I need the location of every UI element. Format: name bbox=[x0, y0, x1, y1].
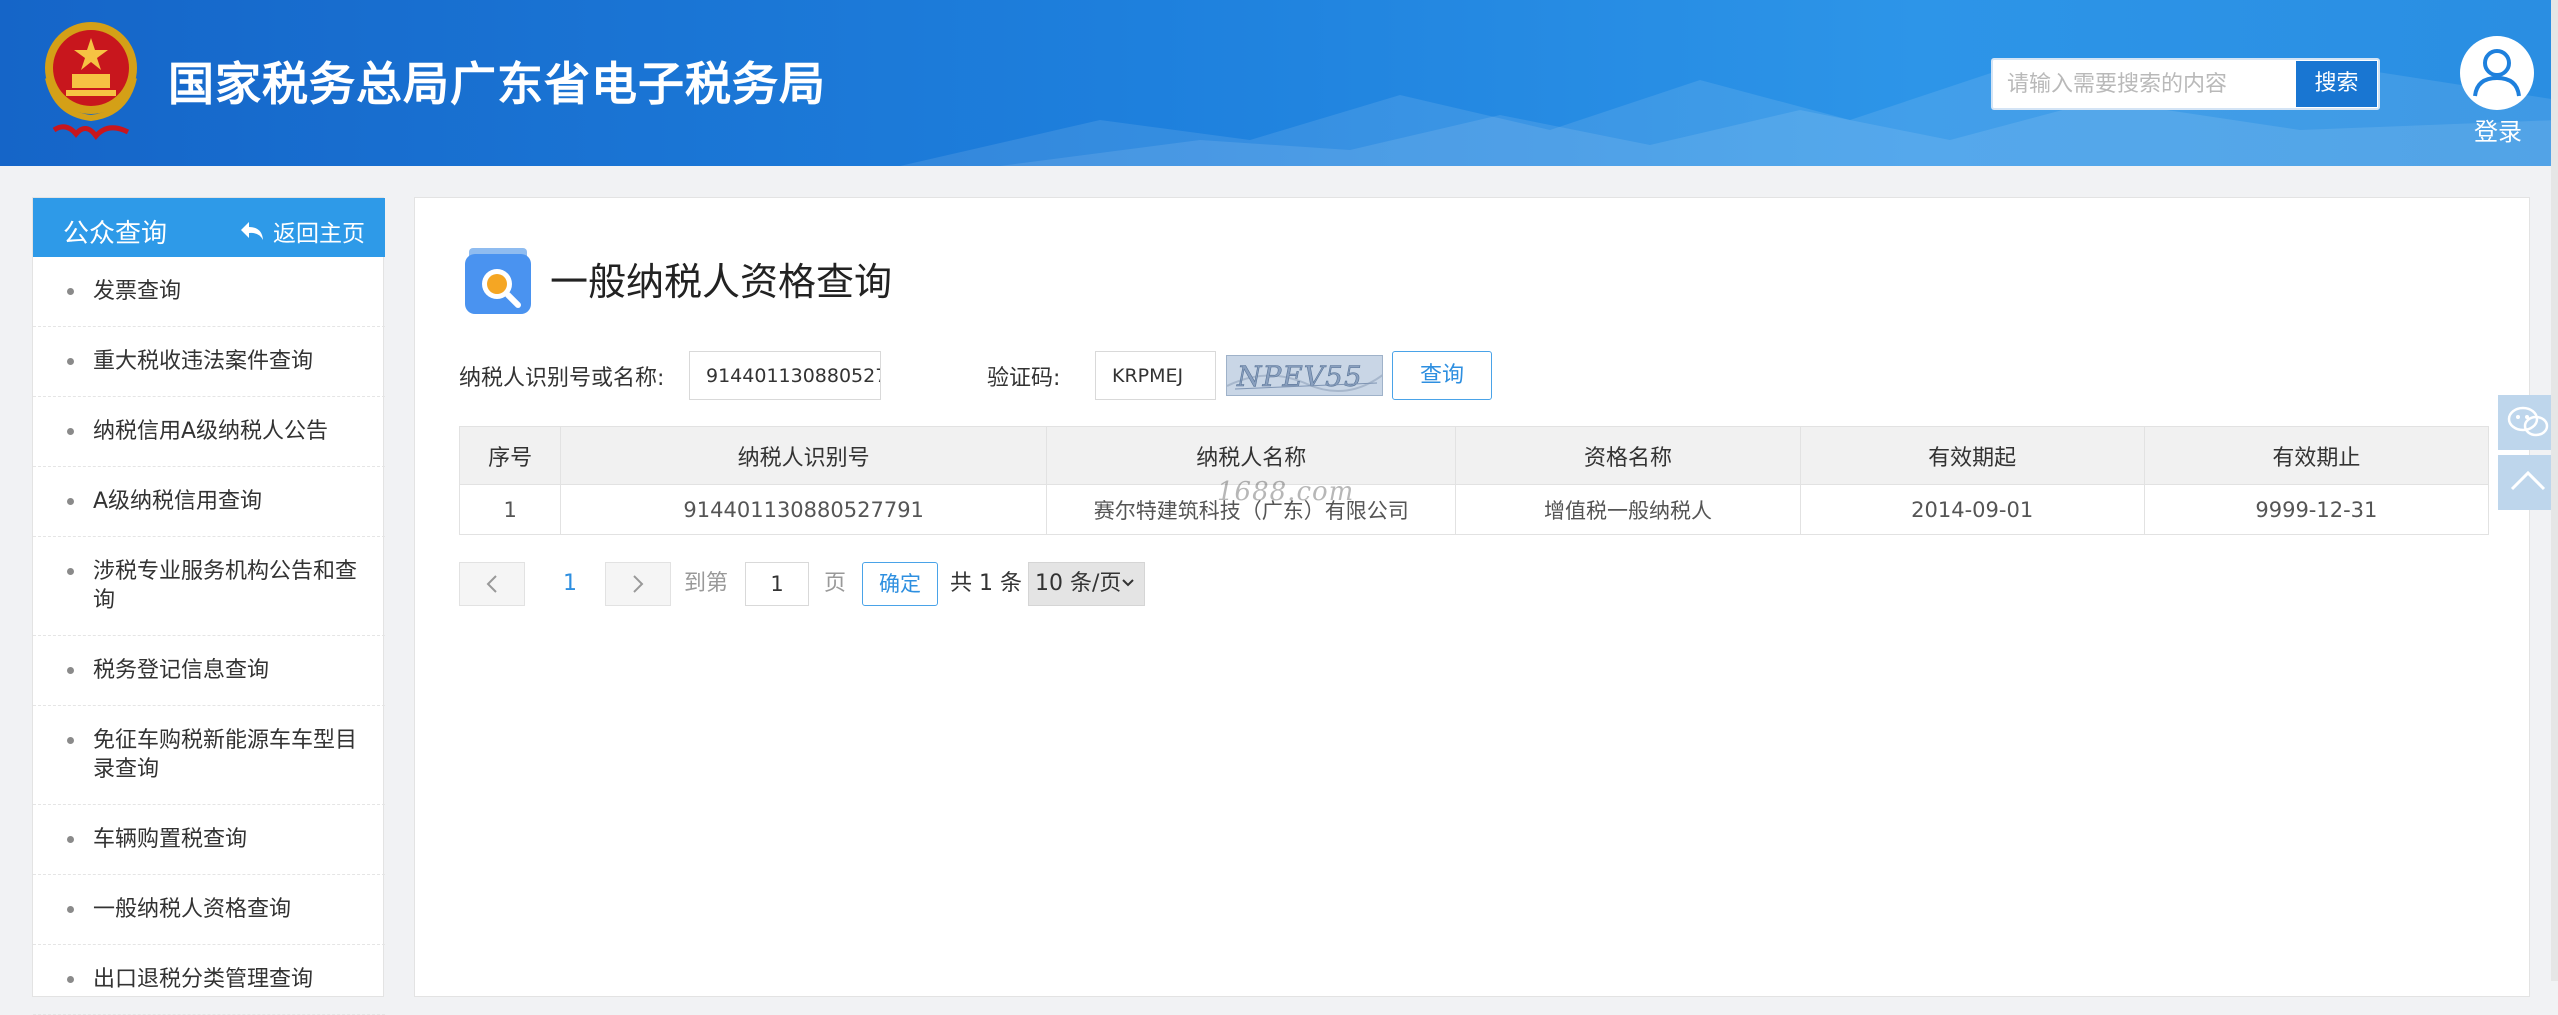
watermark-text: 1688.com bbox=[1217, 477, 1355, 507]
sidebar-item-label: 一般纳税人资格查询 bbox=[93, 897, 292, 922]
back-to-top-button[interactable] bbox=[2498, 455, 2558, 510]
sidebar-item-vehicle-purchase-tax[interactable]: 车辆购置税查询 bbox=[33, 805, 385, 875]
total-count-label: 共 1 条 bbox=[950, 571, 1022, 596]
bullet-icon bbox=[67, 568, 74, 575]
bullet-icon bbox=[67, 737, 74, 744]
sidebar-item-label: 税务登记信息查询 bbox=[93, 658, 270, 683]
bullet-icon bbox=[67, 428, 74, 435]
public-query-sidebar: 公众查询 返回主页 发票查询 重大税收违法案件查询 纳税信用A级纳税人公告 A级… bbox=[32, 197, 385, 1015]
prev-page-button[interactable] bbox=[459, 562, 525, 606]
site-title: 国家税务总局广东省电子税务局 bbox=[168, 57, 826, 111]
goto-confirm-button[interactable]: 确定 bbox=[862, 562, 938, 606]
back-home-label: 返回主页 bbox=[273, 221, 365, 247]
column-header-qualification: 资格名称 bbox=[1455, 426, 1801, 485]
cell-valid-from: 2014-09-01 bbox=[1799, 484, 2145, 535]
sidebar-item-label: 免征车购税新能源车车型目录查询 bbox=[93, 728, 358, 782]
sidebar-item-invoice-query[interactable]: 发票查询 bbox=[33, 257, 385, 327]
sidebar-item-label: 发票查询 bbox=[93, 279, 182, 304]
captcha-label: 验证码: bbox=[987, 366, 1061, 391]
bullet-icon bbox=[67, 667, 74, 674]
page-title: 一般纳税人资格查询 bbox=[550, 260, 893, 304]
sidebar-item-label: 涉税专业服务机构公告和查询 bbox=[93, 559, 358, 613]
sidebar-item-export-rebate-query[interactable]: 出口退税分类管理查询 bbox=[33, 945, 385, 1015]
cell-taxid: 914401130880527791 bbox=[560, 484, 1048, 535]
sidebar-item-a-level-announcement[interactable]: 纳税信用A级纳税人公告 bbox=[33, 397, 385, 467]
column-header-index: 序号 bbox=[458, 426, 562, 485]
sidebar-item-major-violation-query[interactable]: 重大税收违法案件查询 bbox=[33, 327, 385, 397]
search-box: 搜索 bbox=[1991, 58, 2380, 110]
tax-emblem-logo bbox=[45, 22, 137, 141]
search-button[interactable]: 搜索 bbox=[2295, 60, 2378, 108]
taxid-input[interactable] bbox=[689, 351, 881, 400]
sidebar-item-tax-service-agency[interactable]: 涉税专业服务机构公告和查询 bbox=[33, 537, 385, 636]
bullet-icon bbox=[67, 288, 74, 295]
sidebar-item-a-level-credit-query[interactable]: A级纳税信用查询 bbox=[33, 467, 385, 537]
login-link[interactable]: 登录 bbox=[2466, 112, 2530, 147]
page-size-select[interactable]: 10 条/页 bbox=[1028, 562, 1145, 606]
sidebar-item-tax-registration-query[interactable]: 税务登记信息查询 bbox=[33, 636, 385, 706]
column-header-taxpayer-name: 纳税人名称 bbox=[1046, 426, 1457, 485]
cell-qualification: 增值税一般纳税人 bbox=[1455, 484, 1801, 535]
table-header-row: 序号 纳税人识别号 纳税人名称 资格名称 有效期起 有效期止 bbox=[458, 426, 2490, 485]
sidebar-item-label: 车辆购置税查询 bbox=[93, 827, 248, 852]
wechat-icon bbox=[2507, 406, 2549, 437]
wechat-float-button[interactable] bbox=[2498, 395, 2558, 450]
cell-valid-to: 9999-12-31 bbox=[2143, 484, 2490, 535]
chevron-right-icon bbox=[633, 575, 644, 593]
column-header-taxid: 纳税人识别号 bbox=[560, 426, 1048, 485]
captcha-input[interactable] bbox=[1095, 351, 1216, 400]
sidebar-menu: 发票查询 重大税收违法案件查询 纳税信用A级纳税人公告 A级纳税信用查询 涉税专… bbox=[33, 257, 385, 1015]
page-size-value: 10 条/页 bbox=[1035, 571, 1122, 596]
page-number-current[interactable]: 1 bbox=[555, 562, 585, 606]
column-header-valid-to: 有效期止 bbox=[2143, 426, 2490, 485]
bullet-icon bbox=[67, 498, 74, 505]
back-home-link[interactable]: 返回主页 bbox=[239, 214, 365, 248]
sidebar-item-label: 出口退税分类管理查询 bbox=[93, 967, 314, 992]
user-avatar-icon[interactable] bbox=[2460, 36, 2534, 110]
page-scrollbar[interactable] bbox=[2551, 0, 2558, 981]
chevron-up-icon bbox=[2510, 470, 2546, 491]
result-table: 序号 纳税人识别号 纳税人名称 资格名称 有效期起 有效期止 1 9144011… bbox=[458, 426, 2490, 535]
sidebar-item-label: 纳税信用A级纳税人公告 bbox=[93, 419, 329, 444]
query-button[interactable]: 查询 bbox=[1392, 351, 1492, 400]
sidebar-item-label: 重大税收违法案件查询 bbox=[93, 349, 314, 374]
sidebar-item-general-taxpayer-query[interactable]: 一般纳税人资格查询 bbox=[33, 875, 385, 945]
goto-page-input[interactable] bbox=[745, 562, 809, 606]
cell-index: 1 bbox=[458, 484, 562, 535]
next-page-button[interactable] bbox=[605, 562, 671, 606]
chevron-down-icon bbox=[1122, 579, 1134, 587]
page-unit-label: 页 bbox=[824, 571, 847, 596]
bullet-icon bbox=[67, 358, 74, 365]
bullet-icon bbox=[67, 836, 74, 843]
search-folder-icon bbox=[465, 248, 531, 314]
site-header: 国家税务总局广东省电子税务局 搜索 登录 bbox=[0, 0, 2558, 166]
bullet-icon bbox=[67, 976, 74, 983]
search-input[interactable] bbox=[1993, 60, 2293, 108]
goto-label: 到第 bbox=[684, 571, 729, 596]
table-row: 1 914401130880527791 赛尔特建筑科技（广东）有限公司 168… bbox=[458, 477, 2490, 535]
cell-taxpayer-name: 赛尔特建筑科技（广东）有限公司 1688.com bbox=[1046, 477, 1457, 535]
main-content-panel: 一般纳税人资格查询 纳税人识别号或名称: 验证码: NPEV55 查询 序号 纳… bbox=[414, 197, 2530, 997]
column-header-valid-from: 有效期起 bbox=[1799, 426, 2145, 485]
taxid-label: 纳税人识别号或名称: bbox=[459, 366, 665, 391]
sidebar-title: 公众查询 bbox=[63, 219, 168, 249]
bullet-icon bbox=[67, 906, 74, 913]
sidebar-item-label: A级纳税信用查询 bbox=[93, 489, 263, 514]
sidebar-header: 公众查询 返回主页 bbox=[33, 198, 385, 257]
chevron-left-icon bbox=[486, 575, 497, 593]
captcha-image[interactable]: NPEV55 bbox=[1226, 355, 1383, 396]
reply-arrow-icon bbox=[241, 222, 263, 240]
sidebar-item-new-energy-vehicle-catalog[interactable]: 免征车购税新能源车车型目录查询 bbox=[33, 706, 385, 805]
